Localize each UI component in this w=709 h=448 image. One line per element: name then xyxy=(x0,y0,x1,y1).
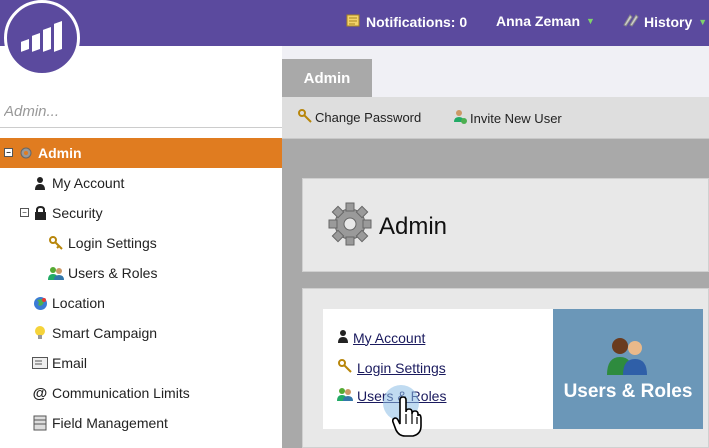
sidebar-item-label: Users & Roles xyxy=(68,265,158,281)
sidebar-item-login-settings[interactable]: Login Settings xyxy=(0,228,282,258)
link-login-settings-label[interactable]: Login Settings xyxy=(357,360,446,376)
sidebar-item-label: Location xyxy=(52,295,105,311)
users-icon xyxy=(48,265,64,281)
tab-bar: Admin xyxy=(282,46,709,97)
sidebar-search-input[interactable] xyxy=(0,96,282,126)
link-login-settings[interactable]: Login Settings xyxy=(337,358,446,377)
change-password-label: Change Password xyxy=(315,110,422,125)
sidebar-item-label: Email xyxy=(52,355,88,371)
person-icon xyxy=(32,175,48,191)
sidebar-item-label: Security xyxy=(52,205,103,221)
invite-new-user-label: Invite New User xyxy=(470,110,562,126)
tile-label: Users & Roles xyxy=(563,381,693,402)
sidebar: − Admin My Account − Security Login Sett… xyxy=(0,46,282,448)
history-menu[interactable]: History ▼ xyxy=(622,13,707,30)
sidebar-item-label: Admin xyxy=(38,145,82,161)
lightbulb-icon xyxy=(32,325,48,341)
key-icon xyxy=(298,109,312,126)
keys-icon xyxy=(337,358,353,377)
sidebar-item-label: My Account xyxy=(52,175,125,191)
gear-icon xyxy=(327,201,373,252)
users-icon xyxy=(605,335,651,380)
sidebar-item-label: Login Settings xyxy=(68,235,157,251)
globe-icon xyxy=(32,295,48,311)
link-my-account-label[interactable]: My Account xyxy=(353,330,425,346)
top-bar: Notifications: 0 Anna Zeman ▼ History ▼ xyxy=(0,0,709,46)
logo[interactable] xyxy=(4,0,80,76)
link-my-account[interactable]: My Account xyxy=(337,329,425,346)
sidebar-item-email[interactable]: Email xyxy=(0,348,282,378)
chevron-down-icon: ▼ xyxy=(586,16,595,26)
history-label: History xyxy=(644,13,693,30)
notifications-label: Notifications: 0 xyxy=(366,13,468,30)
notepad-icon xyxy=(346,13,362,30)
quick-links: My Account Login Settings Users & Roles xyxy=(323,309,553,429)
users-icon xyxy=(337,387,353,404)
sidebar-item-smart-campaign[interactable]: Smart Campaign xyxy=(0,318,282,348)
notifications-button[interactable]: Notifications: 0 xyxy=(346,13,467,30)
add-user-icon xyxy=(453,109,467,127)
collapse-icon[interactable]: − xyxy=(20,208,29,217)
sidebar-item-communication-limits[interactable]: @ Communication Limits xyxy=(0,378,282,408)
history-icon xyxy=(622,13,640,30)
gear-icon xyxy=(18,145,34,161)
sidebar-item-admin[interactable]: − Admin xyxy=(0,138,282,168)
admin-header-panel: Admin xyxy=(302,178,709,272)
sidebar-item-users-roles[interactable]: Users & Roles xyxy=(0,258,282,288)
sidebar-item-security[interactable]: − Security xyxy=(0,198,282,228)
tab-admin[interactable]: Admin xyxy=(282,59,372,97)
envelope-icon xyxy=(32,355,48,371)
sidebar-search xyxy=(0,96,282,128)
toolbar: Change Password Invite New User xyxy=(282,97,709,139)
sidebar-item-location[interactable]: Location xyxy=(0,288,282,318)
invite-new-user-button[interactable]: Invite New User xyxy=(453,109,562,127)
sidebar-item-field-management[interactable]: Field Management xyxy=(0,408,282,438)
collapse-icon[interactable]: − xyxy=(4,148,13,157)
keys-icon xyxy=(48,235,64,251)
change-password-button[interactable]: Change Password xyxy=(298,109,421,126)
user-name: Anna Zeman xyxy=(496,13,581,29)
users-roles-tile[interactable]: Users & Roles xyxy=(553,309,703,429)
lock-icon xyxy=(32,205,48,221)
sidebar-item-label: Communication Limits xyxy=(52,385,190,401)
sidebar-item-my-account[interactable]: My Account xyxy=(0,168,282,198)
sidebar-tree: − Admin My Account − Security Login Sett… xyxy=(0,138,282,438)
admin-content-panel: My Account Login Settings Users & Roles … xyxy=(302,288,709,448)
chevron-down-icon: ▼ xyxy=(698,16,708,27)
hand-cursor-icon xyxy=(391,396,422,443)
database-icon xyxy=(32,415,48,431)
sidebar-item-label: Smart Campaign xyxy=(52,325,158,341)
sidebar-item-label: Field Management xyxy=(52,415,168,431)
at-sign-icon: @ xyxy=(32,384,48,402)
user-menu[interactable]: Anna Zeman ▼ xyxy=(496,13,595,29)
page-title: Admin xyxy=(379,213,448,240)
person-icon xyxy=(337,329,349,346)
